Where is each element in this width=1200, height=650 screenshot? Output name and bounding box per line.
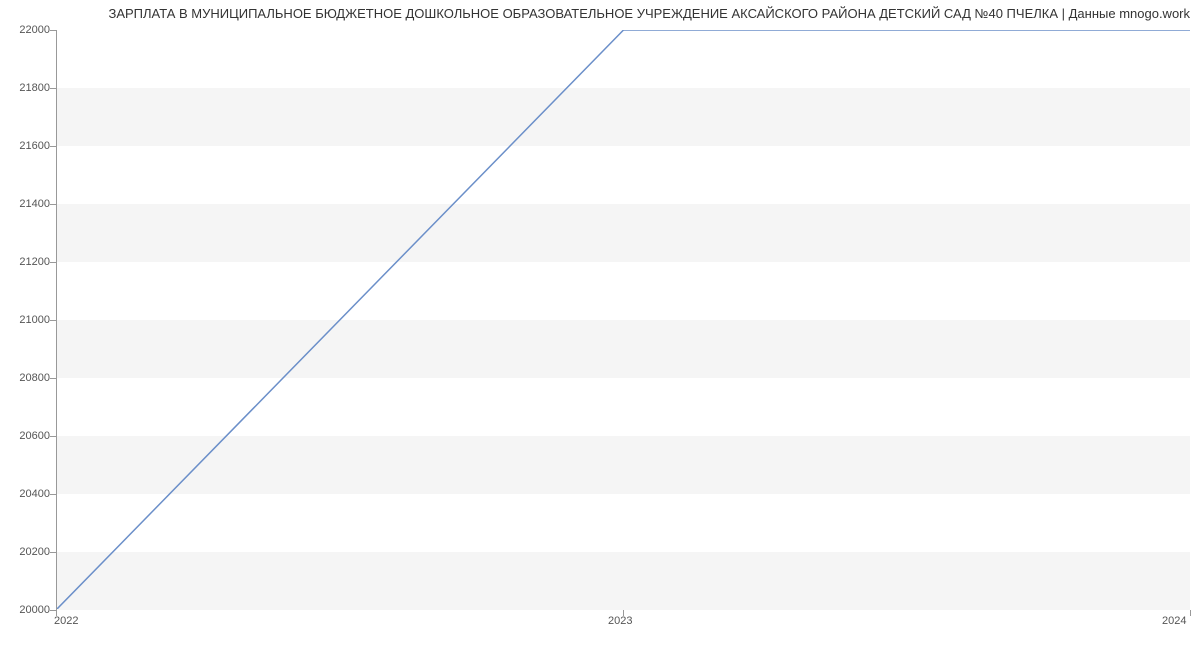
- chart-line: [57, 30, 1190, 609]
- y-tick-mark: [50, 146, 56, 147]
- y-tick-label: 21800: [10, 82, 50, 94]
- y-tick-label: 21200: [10, 256, 50, 268]
- y-tick-mark: [50, 88, 56, 89]
- y-tick-label: 20200: [10, 546, 50, 558]
- chart-container: ЗАРПЛАТА В МУНИЦИПАЛЬНОЕ БЮДЖЕТНОЕ ДОШКО…: [0, 0, 1200, 650]
- plot-area: [56, 30, 1190, 610]
- y-tick-label: 20800: [10, 372, 50, 384]
- y-tick-mark: [50, 552, 56, 553]
- y-tick-label: 20400: [10, 488, 50, 500]
- y-tick-mark: [50, 30, 56, 31]
- y-tick-mark: [50, 262, 56, 263]
- y-tick-label: 20600: [10, 430, 50, 442]
- y-tick-label: 21400: [10, 198, 50, 210]
- x-tick-mark: [56, 610, 57, 616]
- chart-title: ЗАРПЛАТА В МУНИЦИПАЛЬНОЕ БЮДЖЕТНОЕ ДОШКО…: [108, 6, 1190, 21]
- y-tick-label: 21600: [10, 140, 50, 152]
- x-tick-mark: [1190, 610, 1191, 616]
- y-tick-label: 20000: [10, 604, 50, 616]
- y-tick-mark: [50, 378, 56, 379]
- y-tick-label: 21000: [10, 314, 50, 326]
- y-tick-mark: [50, 436, 56, 437]
- x-tick-label: 2024: [1162, 615, 1186, 627]
- y-tick-mark: [50, 494, 56, 495]
- x-tick-label: 2022: [54, 615, 78, 627]
- x-tick-label: 2023: [608, 615, 632, 627]
- y-tick-mark: [50, 204, 56, 205]
- y-tick-label: 22000: [10, 24, 50, 36]
- x-tick-mark: [623, 610, 624, 616]
- y-tick-mark: [50, 320, 56, 321]
